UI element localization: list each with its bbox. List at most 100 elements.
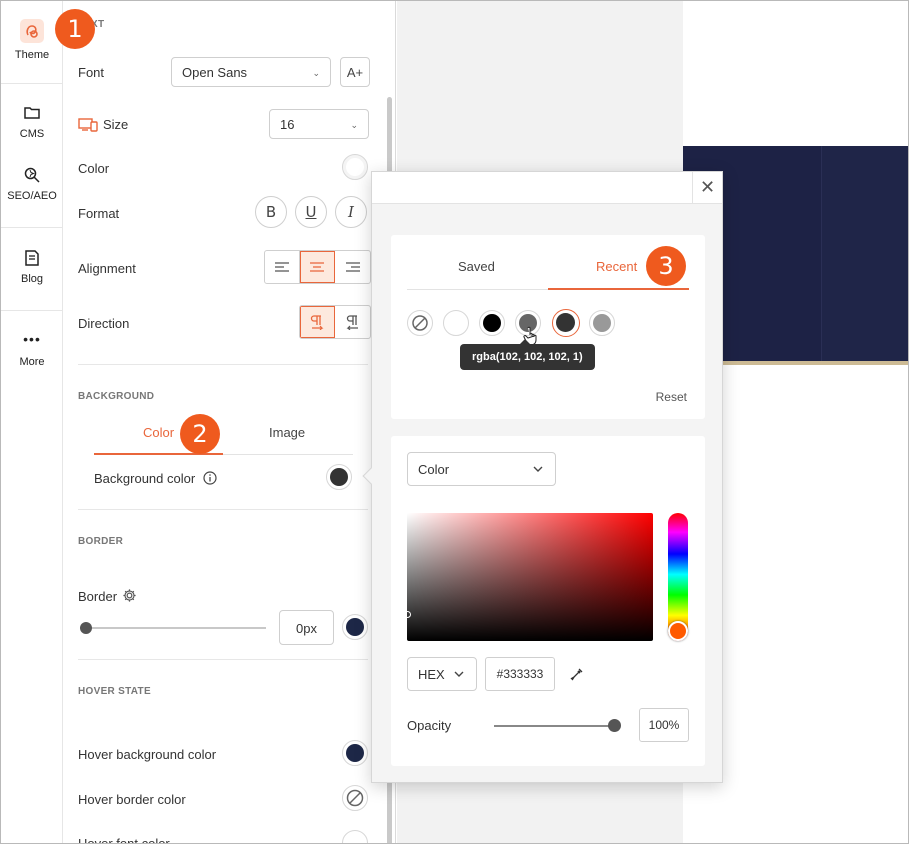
align-right-button[interactable] [335, 251, 370, 283]
color-label: Color [78, 161, 110, 176]
canvas-navy-strip [821, 146, 908, 363]
border-color-swatch[interactable] [342, 614, 368, 640]
opacity-label: Opacity [407, 718, 452, 733]
border-color-fill [346, 618, 364, 636]
rail-label-blog: Blog [20, 273, 44, 285]
hue-slider[interactable] [668, 513, 688, 641]
font-select[interactable]: Open Sans ⌄ [171, 57, 331, 87]
color-mode-value: Color [418, 462, 450, 477]
info-icon[interactable] [203, 471, 217, 485]
rail-item-more[interactable]: ••• More [1, 332, 63, 368]
hue-handle[interactable] [668, 621, 688, 641]
align-right-icon [345, 262, 360, 272]
tab-background-color[interactable]: Color [143, 425, 174, 440]
size-select[interactable]: 16 ⌄ [269, 109, 369, 139]
border-width-input[interactable]: 0px [279, 610, 334, 645]
bold-button[interactable]: B [255, 196, 287, 228]
recent-swatch-none[interactable] [407, 310, 433, 336]
underline-icon: U [305, 203, 317, 221]
recent-swatch[interactable] [589, 310, 615, 336]
saturation-value-picker[interactable] [404, 513, 653, 641]
saturation-handle[interactable] [404, 611, 411, 618]
align-center-button[interactable] [300, 251, 335, 283]
left-rail: Theme CMS SEO/AEO Blog ••• More [1, 1, 63, 843]
text-color-swatch[interactable] [342, 154, 368, 180]
rtl-direction-icon [346, 315, 358, 330]
hover-background-label: Hover background color [78, 747, 217, 762]
responsive-devices-icon [78, 118, 98, 132]
no-color-icon [346, 789, 364, 807]
color-mode-select[interactable]: Color [407, 452, 556, 486]
ltr-button[interactable] [300, 306, 335, 338]
settings-panel: XT Font Open Sans ⌄ A+ Size 16 ⌄ Color F… [63, 1, 396, 843]
recent-swatch-selected[interactable] [552, 309, 580, 337]
reset-button[interactable]: Reset [656, 390, 687, 404]
more-dots-icon: ••• [23, 331, 41, 347]
underline-button[interactable]: U [295, 196, 327, 228]
rail-divider [1, 310, 63, 311]
gear-icon[interactable] [122, 588, 137, 603]
swatch-fill [556, 313, 575, 332]
chevron-down-icon: ⌄ [312, 68, 320, 78]
border-slider-track[interactable] [86, 627, 266, 629]
alignment-group [264, 250, 371, 284]
add-font-button[interactable]: A+ [340, 57, 370, 87]
opacity-input[interactable]: 100% [639, 708, 689, 742]
folder-icon [24, 107, 40, 119]
app-frame: Theme CMS SEO/AEO Blog ••• More XT Font … [0, 0, 909, 844]
swatch-tooltip: rgba(102, 102, 102, 1) [460, 339, 595, 370]
step-callout-2: 2 [180, 414, 220, 454]
tab-background-image[interactable]: Image [269, 425, 305, 440]
background-color-fill [330, 468, 348, 486]
size-label: Size [103, 117, 129, 132]
rail-label-more: More [19, 356, 45, 368]
seo-search-icon [24, 167, 40, 183]
font-label: Font [78, 65, 105, 80]
background-color-label: Background color [94, 471, 196, 486]
swatch-fill [593, 314, 611, 332]
section-divider [78, 509, 368, 510]
hover-section-title: HOVER STATE [78, 686, 151, 697]
hex-input[interactable]: #333333 [485, 657, 555, 691]
swatch-fill [483, 314, 501, 332]
opacity-slider-handle[interactable] [608, 719, 621, 732]
rail-item-seo[interactable]: SEO/AEO [1, 166, 63, 202]
hover-border-swatch[interactable] [342, 785, 368, 811]
close-button[interactable]: ✕ [692, 172, 722, 203]
section-divider [78, 659, 368, 660]
recent-swatch[interactable] [443, 310, 469, 336]
border-slider-handle[interactable] [80, 622, 92, 634]
opacity-slider-track[interactable] [494, 725, 612, 727]
chevron-down-icon: ⌄ [350, 120, 358, 130]
rail-item-blog[interactable]: Blog [1, 249, 63, 285]
rail-label-seo: SEO/AEO [7, 190, 57, 202]
no-color-icon [412, 315, 428, 331]
ltr-direction-icon [310, 315, 324, 330]
eyedropper-icon[interactable] [570, 667, 584, 681]
hover-background-swatch[interactable] [342, 740, 368, 766]
rail-divider [1, 227, 63, 228]
background-color-swatch[interactable] [326, 464, 352, 490]
align-left-button[interactable] [265, 251, 300, 283]
tab-saved[interactable]: Saved [458, 259, 495, 274]
chevron-down-icon [454, 671, 464, 677]
italic-icon: I [348, 203, 354, 221]
color-format-select[interactable]: HEX [407, 657, 477, 691]
chevron-down-icon [533, 466, 543, 472]
rail-item-cms[interactable]: CMS [1, 104, 63, 140]
rail-item-theme[interactable]: Theme [1, 19, 63, 61]
popup-header: ✕ [372, 172, 722, 204]
format-label: Format [78, 206, 120, 221]
border-section-title: BORDER [78, 536, 124, 547]
section-divider [78, 364, 368, 365]
size-select-value: 16 [280, 117, 295, 132]
step-callout-3: 3 [646, 246, 686, 286]
italic-button[interactable]: I [335, 196, 367, 228]
tab-recent[interactable]: Recent [596, 259, 637, 274]
rail-label-cms: CMS [19, 128, 45, 140]
hover-border-label: Hover border color [78, 792, 186, 807]
hover-font-swatch[interactable] [342, 830, 368, 843]
recent-swatch[interactable] [479, 310, 505, 336]
rtl-button[interactable] [335, 306, 370, 338]
color-format-value: HEX [418, 667, 445, 682]
